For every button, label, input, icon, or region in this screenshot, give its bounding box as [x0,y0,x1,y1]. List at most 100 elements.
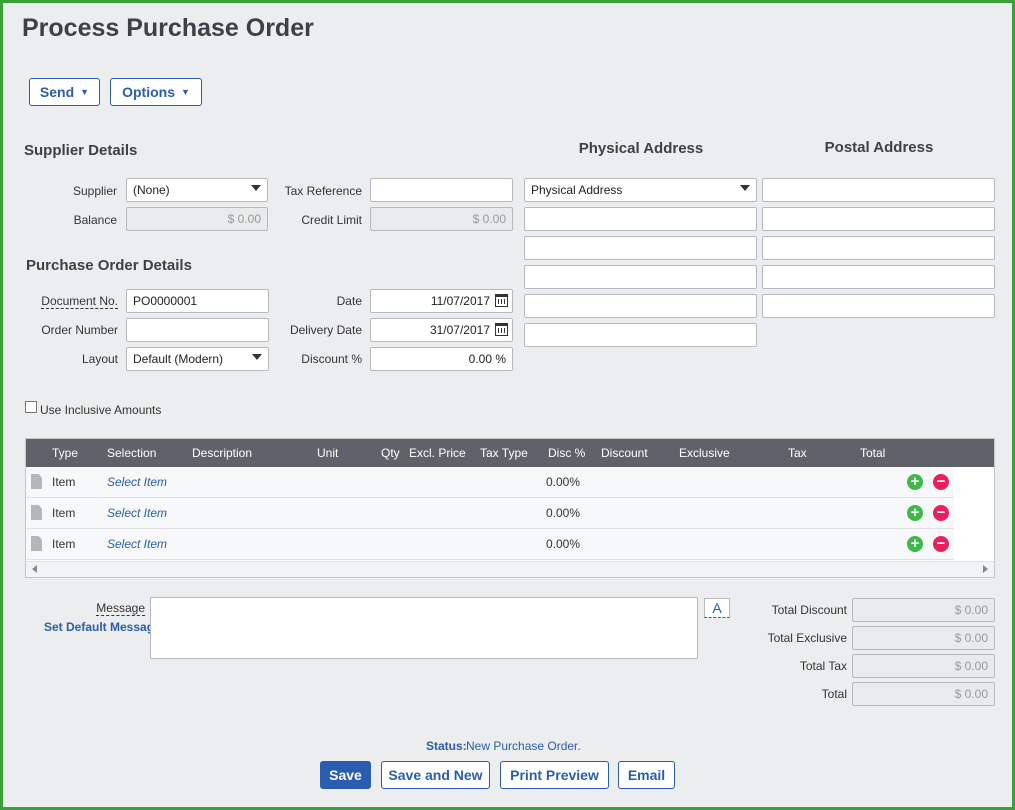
postal-address-line-5[interactable] [762,294,995,318]
physical-address-select-value: Physical Address [531,183,623,197]
total-field: $ 0.00 [852,682,995,706]
column-header-type[interactable]: Type [52,446,78,460]
physical-address-line-3[interactable] [524,265,757,289]
postal-address-line-3[interactable] [762,236,995,260]
remove-row-icon[interactable]: − [933,505,949,521]
chevron-down-icon [252,354,262,360]
status-value: New Purchase Order. [466,739,581,753]
column-header-excl-price[interactable]: Excl. Price [409,446,466,460]
message-textarea[interactable] [150,597,698,659]
physical-address-line-2[interactable] [524,236,757,260]
scroll-left-icon[interactable] [32,565,37,573]
postal-address-line-1[interactable] [762,178,995,202]
physical-address-heading: Physical Address [578,140,704,157]
calendar-icon[interactable] [495,294,508,307]
physical-address-select[interactable]: Physical Address [524,178,757,202]
discount-percent-label: Discount % [301,352,362,366]
column-header-unit[interactable]: Unit [317,446,338,460]
table-row: Item Select Item 0.00% + − [26,498,954,529]
column-header-selection[interactable]: Selection [107,446,156,460]
column-header-total[interactable]: Total [860,446,885,460]
scroll-right-icon[interactable] [983,565,988,573]
document-number-label-text: Document No. [41,294,118,309]
select-item-link[interactable]: Select Item [107,537,167,551]
text-format-button[interactable]: A [704,598,730,618]
options-label: Options [122,84,175,100]
remove-row-icon[interactable]: − [933,536,949,552]
select-item-link[interactable]: Select Item [107,506,167,520]
grid-header: Type Selection Description Unit Qty Excl… [26,439,994,467]
physical-address-line-5[interactable] [524,323,757,347]
use-inclusive-amounts-checkbox[interactable] [25,401,37,413]
print-preview-button[interactable]: Print Preview [500,761,609,789]
supplier-details-heading: Supplier Details [24,142,138,159]
physical-address-line-4[interactable] [524,294,757,318]
set-default-message-link[interactable]: Set Default Message [44,620,161,634]
balance-label: Balance [73,213,117,227]
column-header-exclusive[interactable]: Exclusive [679,446,730,460]
document-icon [31,536,42,551]
date-input[interactable]: 11/07/2017 [370,289,513,313]
document-number-input[interactable]: PO0000001 [126,289,269,313]
email-button[interactable]: Email [618,761,675,789]
tax-reference-label: Tax Reference [284,184,362,198]
layout-label: Layout [81,352,118,366]
date-label: Date [336,294,362,308]
row-type: Item [52,506,76,520]
total-discount-label: Total Discount [771,603,847,617]
status-label: Status: [426,739,467,753]
calendar-icon[interactable] [495,323,508,336]
order-number-label: Order Number [41,323,118,337]
add-row-icon[interactable]: + [907,536,923,552]
save-button[interactable]: Save [320,761,371,789]
row-type: Item [52,537,76,551]
column-header-disc-percent[interactable]: Disc % [548,446,585,460]
remove-row-icon[interactable]: − [933,474,949,490]
postal-address-line-2[interactable] [762,207,995,231]
send-button[interactable]: Send ▼ [29,78,100,106]
total-discount-field: $ 0.00 [852,598,995,622]
purchase-order-details-heading: Purchase Order Details [26,257,192,274]
chevron-down-icon [740,185,750,191]
column-header-qty[interactable]: Qty [381,446,400,460]
credit-limit-field: $ 0.00 [370,207,513,231]
column-header-tax[interactable]: Tax [788,446,807,460]
horizontal-scrollbar[interactable] [26,561,994,577]
tax-reference-input[interactable] [370,178,513,202]
options-button[interactable]: Options ▼ [110,78,202,106]
page-title: Process Purchase Order [22,14,314,42]
supplier-label: Supplier [72,184,117,198]
total-tax-field: $ 0.00 [852,654,995,678]
delivery-date-value: 31/07/2017 [429,323,490,337]
row-disc-percent: 0.00% [546,537,581,551]
select-item-link[interactable]: Select Item [107,475,167,489]
total-exclusive-label: Total Exclusive [767,631,847,645]
delivery-date-input[interactable]: 31/07/2017 [370,318,513,342]
physical-address-line-1[interactable] [524,207,757,231]
layout-value: Default (Modern) [133,352,224,366]
supplier-value: (None) [133,183,170,197]
supplier-select[interactable]: (None) [126,178,268,202]
document-icon [31,474,42,489]
postal-address-line-4[interactable] [762,265,995,289]
row-disc-percent: 0.00% [546,506,581,520]
total-exclusive-field: $ 0.00 [852,626,995,650]
line-items-grid: Type Selection Description Unit Qty Excl… [25,438,995,578]
save-and-new-button[interactable]: Save and New [381,761,490,789]
layout-select[interactable]: Default (Modern) [126,347,269,371]
column-header-description[interactable]: Description [192,446,252,460]
table-row: Item Select Item 0.00% + − [26,529,954,560]
caret-down-icon: ▼ [80,87,90,97]
column-header-discount[interactable]: Discount [601,446,648,460]
document-icon [31,505,42,520]
row-type: Item [52,475,76,489]
delivery-date-label: Delivery Date [289,323,362,337]
add-row-icon[interactable]: + [907,474,923,490]
column-header-tax-type[interactable]: Tax Type [480,446,528,460]
discount-percent-input[interactable]: 0.00 % [370,347,513,371]
order-number-input[interactable] [126,318,269,342]
add-row-icon[interactable]: + [907,505,923,521]
table-row: Item Select Item 0.00% + − [26,467,954,498]
total-label: Total [821,687,847,701]
message-label-text: Message [96,601,145,616]
